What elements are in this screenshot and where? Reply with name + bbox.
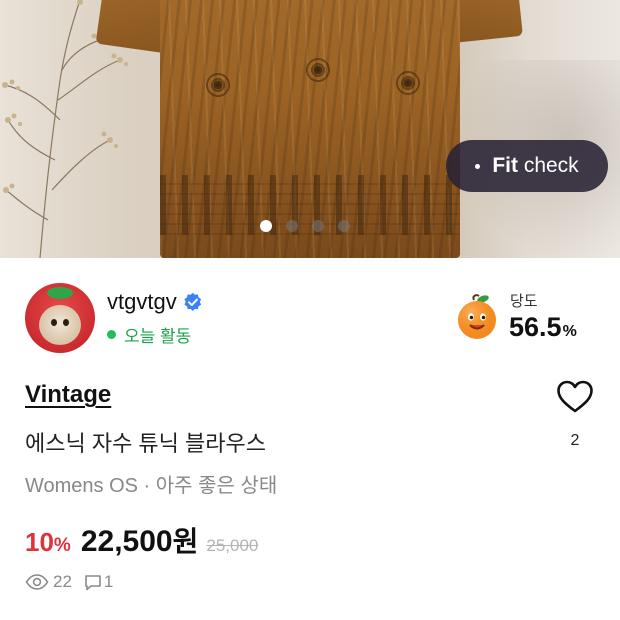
- strawberry-leaf: [47, 287, 73, 299]
- fit-check-button[interactable]: Fit check: [446, 140, 608, 192]
- carousel-dot-4[interactable]: [338, 220, 350, 232]
- sweetness-label: 당도: [510, 293, 538, 310]
- brand-link[interactable]: Vintage: [25, 381, 111, 409]
- activity-status: 오늘 활동: [107, 322, 203, 347]
- sweetness-value-row: 56.5%: [509, 312, 577, 343]
- carousel-dot-3[interactable]: [312, 220, 324, 232]
- carousel-dot-1[interactable]: [260, 220, 272, 232]
- original-price: 25,000: [206, 536, 259, 555]
- product-image-carousel[interactable]: Fit check: [0, 0, 620, 258]
- online-dot-icon: [107, 330, 116, 339]
- carousel-dot-2[interactable]: [286, 220, 298, 232]
- currency-label: 원: [172, 526, 199, 557]
- comments-count: 1: [103, 572, 114, 591]
- seller-profile[interactable]: vtgvtgv 오늘 활동: [25, 283, 203, 353]
- comment-icon: [85, 574, 101, 590]
- verified-badge-icon: [184, 292, 201, 311]
- avatar[interactable]: [25, 283, 95, 353]
- fit-check-dot-icon: [475, 163, 481, 169]
- seller-name-row: vtgvtgv: [107, 289, 203, 315]
- avatar-eye: [51, 319, 57, 326]
- price-row: 10 % 22,500 원 25,000: [25, 520, 258, 560]
- avatar-eye: [63, 319, 69, 326]
- views-count: 22: [53, 572, 72, 591]
- orange-character-icon: [458, 294, 496, 339]
- product-size-condition: Womens OS · 아주 좋은 상태: [25, 475, 278, 497]
- listing-stats: 22 1: [25, 572, 113, 592]
- eye-icon: [25, 574, 49, 590]
- product-title: 에스닉 자수 튜닉 블라우스: [25, 431, 266, 456]
- fit-check-label: check: [523, 154, 579, 177]
- embroidery-motif: [395, 68, 421, 98]
- discount-unit: %: [53, 535, 71, 556]
- carousel-indicator: [260, 220, 350, 232]
- fit-check-label-bold: Fit: [492, 154, 518, 177]
- avatar-face: [39, 305, 81, 345]
- current-price: 22,500: [80, 525, 173, 558]
- embroidery-motif: [205, 70, 231, 100]
- discount-value: 10: [25, 527, 54, 557]
- activity-status-label: 오늘 활동: [124, 327, 192, 346]
- seller-name[interactable]: vtgvtgv: [107, 289, 177, 315]
- heart-outline-icon[interactable]: [556, 380, 594, 414]
- seller-info: vtgvtgv 오늘 활동: [107, 289, 203, 347]
- sweetness-value: 56.5: [509, 312, 562, 342]
- embroidery-motif: [305, 55, 331, 85]
- sweetness-score[interactable]: 당도 56.5%: [454, 290, 604, 350]
- sweetness-unit: %: [562, 323, 577, 340]
- like-count: 2: [570, 432, 580, 449]
